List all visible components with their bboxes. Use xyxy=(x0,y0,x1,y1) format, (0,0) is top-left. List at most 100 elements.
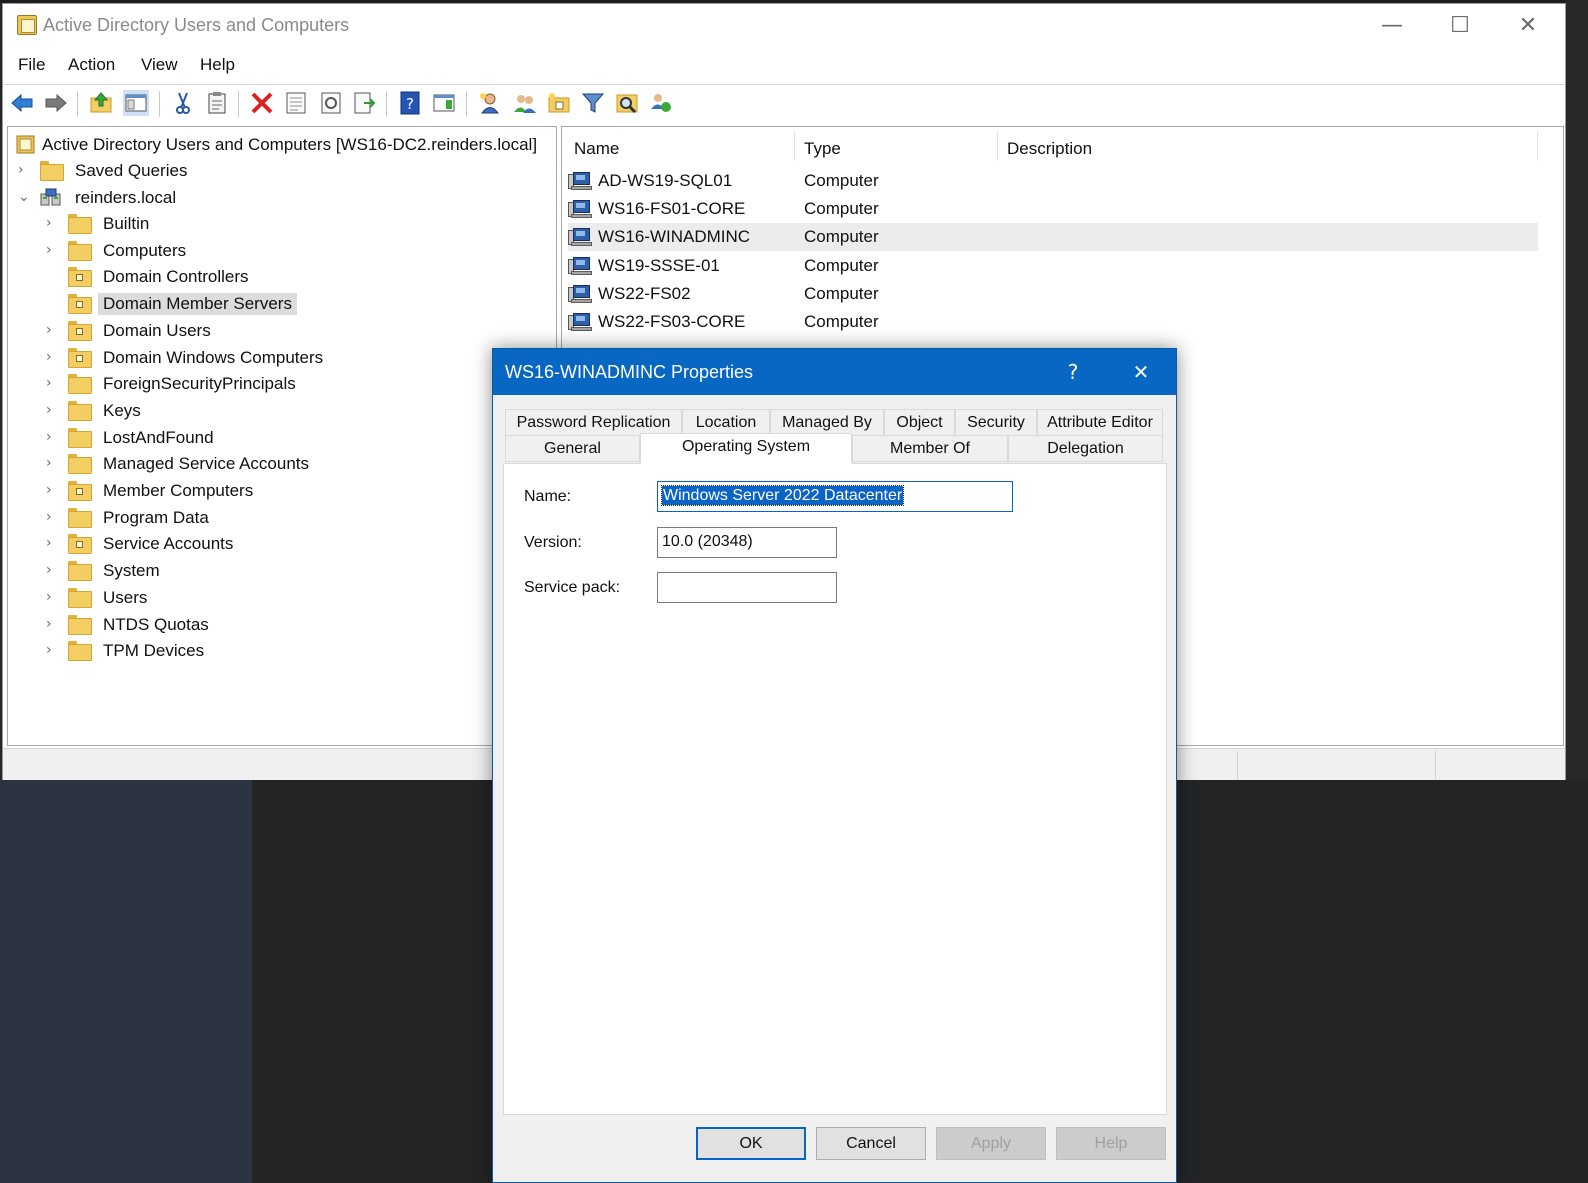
tree-item-label: Users xyxy=(103,587,148,607)
find-icon[interactable] xyxy=(614,90,640,116)
forward-icon[interactable] xyxy=(43,90,69,116)
computer-name: WS22-FS02 xyxy=(598,283,691,303)
tab-member-of[interactable]: Member Of xyxy=(852,435,1008,462)
tree-item-label: reinders.local xyxy=(75,187,177,207)
tab-attribute-editor[interactable]: Attribute Editor xyxy=(1037,409,1163,436)
apply-button[interactable]: Apply xyxy=(936,1127,1046,1160)
filter-icon[interactable] xyxy=(580,90,606,116)
refresh-icon[interactable] xyxy=(318,90,344,116)
delete-icon[interactable] xyxy=(249,90,275,116)
maximize-button[interactable]: ☐ xyxy=(1437,10,1483,42)
chevron-right-icon[interactable]: › xyxy=(46,482,60,498)
title-bar[interactable]: Active Directory Users and Computers — ☐… xyxy=(3,4,1565,48)
column-header-type[interactable]: Type xyxy=(804,139,841,159)
new-ou-icon[interactable] xyxy=(546,90,572,116)
folder-icon xyxy=(68,587,92,608)
tab-general[interactable]: General xyxy=(505,435,640,462)
tab-object[interactable]: Object xyxy=(884,409,955,436)
chevron-right-icon[interactable]: › xyxy=(18,162,32,178)
chevron-right-icon[interactable]: › xyxy=(46,642,60,658)
chevron-right-icon[interactable]: › xyxy=(46,429,60,445)
computer-name: WS16-WINADMINC xyxy=(598,227,751,247)
chevron-right-icon[interactable]: › xyxy=(46,455,60,471)
back-icon[interactable] xyxy=(9,90,35,116)
help-button[interactable]: Help xyxy=(1056,1127,1166,1160)
tree-item-label: Keys xyxy=(103,400,141,420)
computer-icon xyxy=(568,313,593,332)
menu-file[interactable]: File xyxy=(18,55,45,75)
toolbar-separator xyxy=(159,91,160,117)
tab-security[interactable]: Security xyxy=(955,409,1037,436)
column-header-description[interactable]: Description xyxy=(1007,139,1092,159)
chevron-right-icon[interactable]: › xyxy=(46,535,60,551)
tab-location[interactable]: Location xyxy=(682,409,770,436)
menu-help[interactable]: Help xyxy=(200,55,235,75)
help-icon[interactable]: ? xyxy=(397,90,423,116)
add-to-group-icon[interactable] xyxy=(648,90,674,116)
chevron-right-icon[interactable]: › xyxy=(46,509,60,525)
column-divider[interactable] xyxy=(794,131,795,161)
export-list-icon[interactable] xyxy=(352,90,378,116)
new-user-icon[interactable] xyxy=(477,90,503,116)
table-row[interactable]: WS22-FS03-CORE Computer xyxy=(568,308,1538,336)
organizational-unit-icon xyxy=(68,481,92,501)
tab-delegation[interactable]: Delegation xyxy=(1008,435,1163,462)
table-row[interactable]: WS16-WINADMINC Computer xyxy=(568,223,1538,252)
chevron-right-icon[interactable]: › xyxy=(46,375,60,391)
chevron-right-icon[interactable]: › xyxy=(46,215,60,231)
up-one-level-icon[interactable] xyxy=(88,90,114,116)
table-row[interactable]: WS16-FS01-CORE Computer xyxy=(568,195,1538,223)
chevron-right-icon[interactable]: › xyxy=(46,589,60,605)
column-divider[interactable] xyxy=(1537,131,1538,161)
show-hide-action-pane-icon[interactable] xyxy=(431,90,457,116)
chevron-right-icon[interactable]: › xyxy=(46,242,60,258)
cut-icon[interactable] xyxy=(170,90,196,116)
properties-icon[interactable] xyxy=(283,90,309,116)
service-pack-field[interactable] xyxy=(657,572,837,603)
os-name-field[interactable]: Windows Server 2022 Datacenter xyxy=(657,481,1013,512)
menu-view[interactable]: View xyxy=(141,55,178,75)
menu-action[interactable]: Action xyxy=(68,55,115,75)
folder-icon xyxy=(68,507,92,528)
computer-name: WS16-FS01-CORE xyxy=(598,199,746,219)
chevron-down-icon[interactable]: ⌄ xyxy=(18,189,32,205)
object-type: Computer xyxy=(804,255,879,275)
table-row[interactable]: WS19-SSSE-01 Computer xyxy=(568,252,1538,280)
desktop-background-left xyxy=(0,780,252,1183)
chevron-right-icon[interactable]: › xyxy=(46,562,60,578)
cancel-button[interactable]: Cancel xyxy=(816,1127,926,1160)
dialog-title-bar[interactable]: WS16-WINADMINC Properties ? ✕ xyxy=(493,349,1176,395)
tab-operating-system[interactable]: Operating System xyxy=(640,433,852,464)
copy-icon[interactable] xyxy=(204,90,230,116)
toolbar-separator xyxy=(466,91,467,117)
minimize-button[interactable]: — xyxy=(1369,10,1415,42)
tab-managed-by[interactable]: Managed By xyxy=(770,409,884,436)
folder-icon xyxy=(68,374,92,395)
os-version-field[interactable]: 10.0 (20348) xyxy=(657,527,837,558)
dialog-help-button[interactable]: ? xyxy=(1053,357,1093,387)
chevron-right-icon[interactable]: › xyxy=(46,322,60,338)
dialog-close-button[interactable]: ✕ xyxy=(1121,357,1161,387)
computer-name: WS22-FS03-CORE xyxy=(598,312,746,331)
chevron-right-icon[interactable]: › xyxy=(46,616,60,632)
organizational-unit-icon xyxy=(68,347,92,368)
close-button[interactable]: ✕ xyxy=(1505,10,1551,42)
chevron-right-icon[interactable]: › xyxy=(46,402,60,418)
folder-icon xyxy=(68,454,92,475)
column-divider[interactable] xyxy=(997,131,998,161)
tree-item-label: Domain Windows Computers xyxy=(103,347,324,367)
tree-item-label: Domain Users xyxy=(103,320,211,340)
aduc-app-icon xyxy=(17,15,37,35)
new-group-icon[interactable] xyxy=(512,90,538,116)
tree-item-label: NTDS Quotas xyxy=(103,614,209,634)
show-hide-console-tree-icon[interactable] xyxy=(123,90,149,116)
column-header-name[interactable]: Name xyxy=(574,139,619,159)
tab-password-replication[interactable]: Password Replication xyxy=(505,409,682,436)
object-type: Computer xyxy=(804,199,879,219)
table-row[interactable]: WS22-FS02 Computer xyxy=(568,280,1538,308)
ok-button[interactable]: OK xyxy=(696,1127,806,1160)
table-row[interactable]: AD-WS19-SQL01 Computer xyxy=(568,167,1538,195)
chevron-right-icon[interactable]: › xyxy=(46,349,60,365)
tree-item-label: Saved Queries xyxy=(75,161,188,180)
computer-name: AD-WS19-SQL01 xyxy=(598,171,733,190)
